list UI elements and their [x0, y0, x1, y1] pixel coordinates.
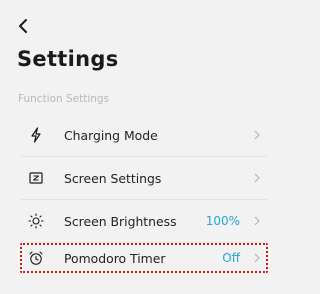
settings-item-screen-settings[interactable]: Screen Settings	[20, 157, 268, 199]
settings-page: Settings Function Settings Charging Mode…	[0, 0, 281, 294]
back-button[interactable]	[16, 16, 30, 36]
settings-item-screen-brightness[interactable]: Screen Brightness 100%	[20, 200, 268, 242]
screen-icon	[28, 170, 44, 186]
chevron-right-icon	[252, 173, 262, 183]
page-title: Settings	[17, 47, 119, 71]
settings-item-label: Charging Mode	[64, 127, 158, 143]
sun-icon	[28, 213, 44, 229]
section-header: Function Settings	[18, 93, 110, 105]
settings-item-label: Screen Brightness	[64, 213, 177, 229]
chevron-right-icon	[252, 130, 262, 140]
settings-item-label: Screen Settings	[64, 170, 162, 186]
lightning-icon	[28, 127, 44, 143]
settings-item-charging-mode[interactable]: Charging Mode	[20, 114, 268, 156]
brightness-value: 100%	[205, 214, 240, 228]
chevron-right-icon	[252, 216, 262, 226]
focus-highlight	[20, 243, 268, 273]
chevron-left-icon	[19, 19, 27, 33]
